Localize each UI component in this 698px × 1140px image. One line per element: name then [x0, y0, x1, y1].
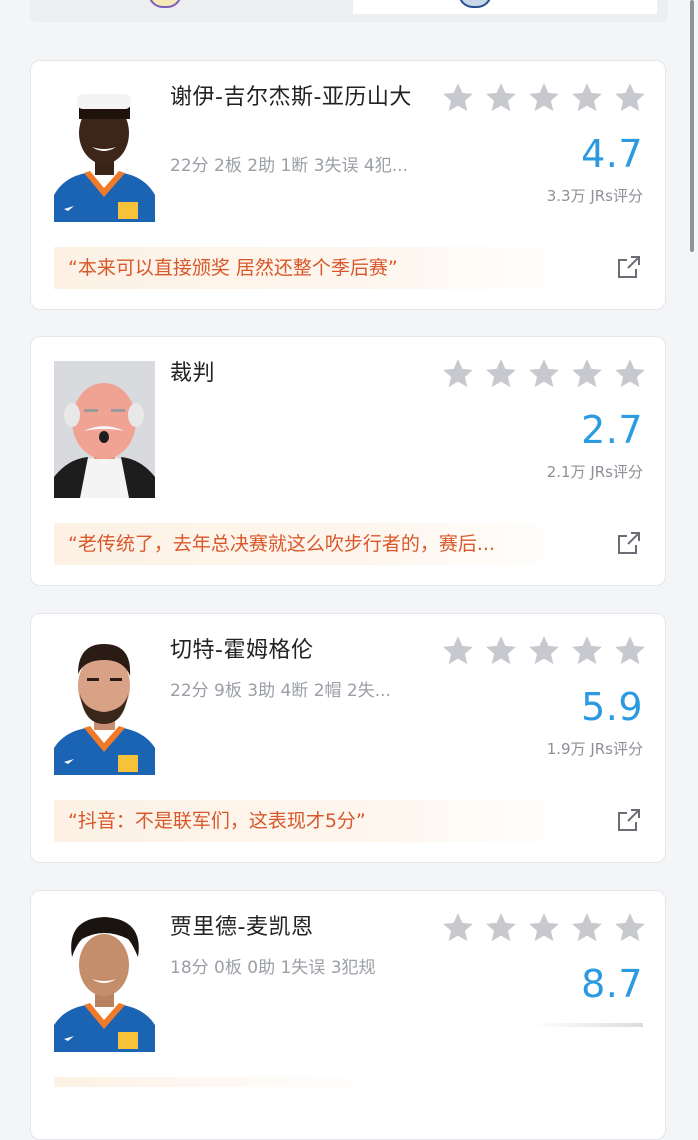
player-stats: 18分 0板 0助 1失误 3犯规	[170, 958, 376, 978]
referee-avatar	[54, 361, 155, 498]
top-tab-strip	[30, 0, 668, 22]
player-name[interactable]: 贾里德-麦凯恩	[170, 913, 430, 943]
top-comment-quote[interactable]: “老传统了，去年总决赛就这么吹步行者的，赛后...	[54, 523, 574, 565]
star-icon[interactable]	[570, 911, 604, 945]
rating-count: 3.3万 JRs评分	[546, 187, 643, 205]
top-comment-quote[interactable]: “抖音：不是联军们，这表现才5分”	[54, 800, 574, 842]
star-rating[interactable]	[441, 634, 647, 668]
star-icon[interactable]	[484, 81, 518, 115]
player-name[interactable]: 裁判	[170, 359, 430, 389]
star-icon[interactable]	[527, 634, 561, 668]
star-icon[interactable]	[441, 911, 475, 945]
star-icon[interactable]	[613, 357, 647, 391]
player-name[interactable]: 谢伊-吉尔杰斯-亚历山大	[170, 83, 430, 113]
average-rating: 4.7	[581, 132, 643, 176]
star-icon[interactable]	[484, 911, 518, 945]
top-comment-quote[interactable]	[54, 1077, 384, 1087]
player-stats: 22分 9板 3助 4断 2帽 2失...	[170, 681, 391, 701]
team-tab-right[interactable]	[353, 0, 657, 14]
player-rating-card[interactable]: 谢伊-吉尔杰斯-亚历山大 22分 2板 2助 1断 3失误 4犯... 4.7 …	[30, 60, 666, 310]
player-rating-card[interactable]: 贾里德-麦凯恩 18分 0板 0助 1失误 3犯规 8.7	[30, 890, 666, 1140]
star-icon[interactable]	[570, 634, 604, 668]
average-rating: 5.9	[581, 685, 643, 729]
star-icon[interactable]	[570, 81, 604, 115]
player-stats: 22分 2板 2助 1断 3失误 4犯...	[170, 156, 408, 176]
star-icon[interactable]	[441, 634, 475, 668]
rating-count-placeholder	[533, 1023, 643, 1027]
average-rating: 2.7	[581, 408, 643, 452]
star-icon[interactable]	[613, 634, 647, 668]
star-icon[interactable]	[613, 911, 647, 945]
star-icon[interactable]	[613, 81, 647, 115]
star-icon[interactable]	[570, 357, 604, 391]
player-rating-card[interactable]: 切特-霍姆格伦 22分 9板 3助 4断 2帽 2失... 5.9 1.9万 J…	[30, 613, 666, 863]
star-icon[interactable]	[527, 911, 561, 945]
star-icon[interactable]	[484, 357, 518, 391]
star-icon[interactable]	[484, 634, 518, 668]
rating-count: 1.9万 JRs评分	[546, 740, 643, 758]
player-rating-card[interactable]: 裁判 2.7 2.1万 JRs评分 “老传统了，去年总决赛就这么吹步行者的，赛后…	[30, 336, 666, 586]
star-rating[interactable]	[441, 911, 647, 945]
top-comment-quote[interactable]: “本来可以直接颁奖 居然还整个季后赛”	[54, 247, 574, 289]
star-icon[interactable]	[527, 81, 561, 115]
star-rating[interactable]	[441, 81, 647, 115]
team-logo-icon	[148, 0, 182, 8]
player-avatar	[54, 915, 155, 1052]
player-avatar	[54, 638, 155, 775]
star-icon[interactable]	[441, 81, 475, 115]
player-avatar	[54, 85, 155, 222]
star-icon[interactable]	[527, 357, 561, 391]
star-rating[interactable]	[441, 357, 647, 391]
player-name[interactable]: 切特-霍姆格伦	[170, 636, 430, 666]
scrollbar[interactable]	[690, 0, 694, 252]
rating-count: 2.1万 JRs评分	[546, 463, 643, 481]
share-icon[interactable]	[617, 808, 641, 832]
share-icon[interactable]	[617, 531, 641, 555]
share-icon[interactable]	[617, 255, 641, 279]
star-icon[interactable]	[441, 357, 475, 391]
average-rating: 8.7	[581, 962, 643, 1006]
